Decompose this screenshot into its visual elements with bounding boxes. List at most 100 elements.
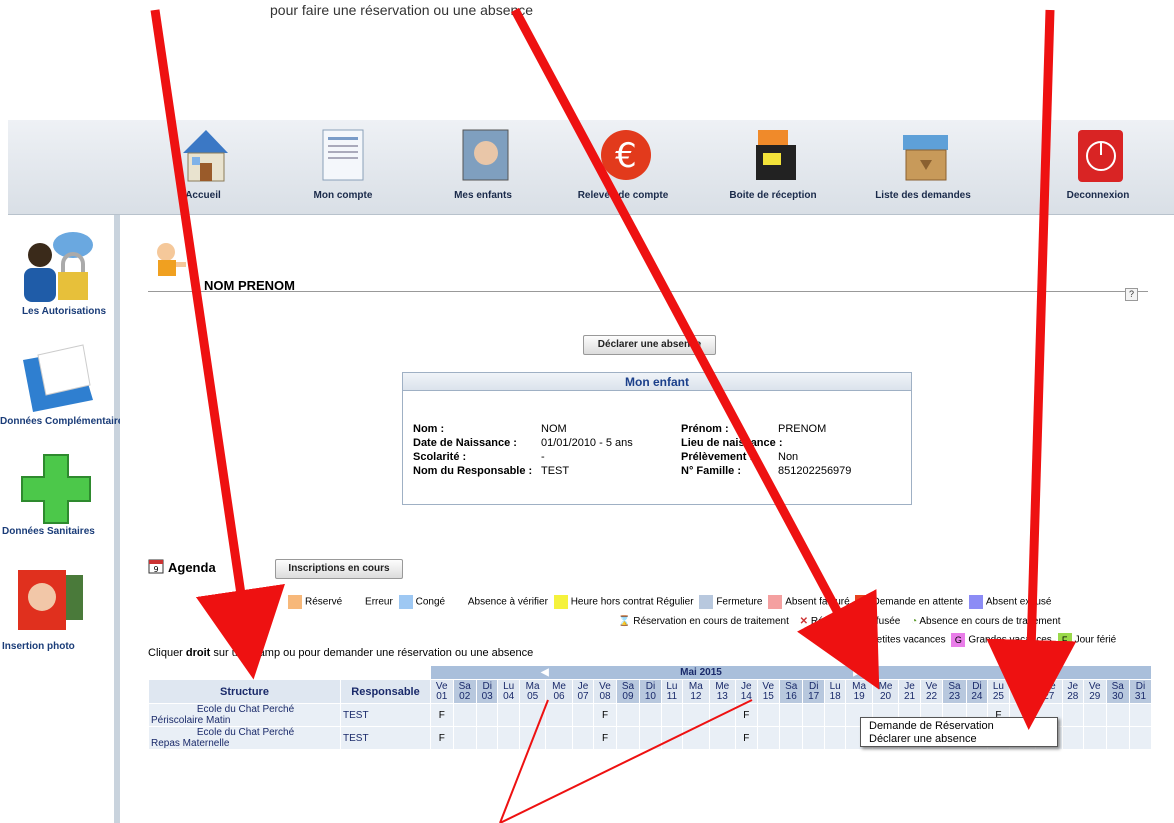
sidebar-item-donnees-sanitaires[interactable]: Données Sanitaires — [2, 450, 120, 550]
day-cell[interactable]: F — [430, 703, 454, 727]
sidebar-item-autorisations[interactable]: Les Autorisations — [8, 230, 120, 330]
svg-text:€: € — [615, 136, 637, 176]
card-title: Mon enfant — [403, 373, 911, 391]
day-cell[interactable] — [778, 703, 804, 727]
month-header: ◀ Mai 2015 ▶ — [430, 665, 1152, 680]
day-cell[interactable] — [708, 703, 737, 727]
nav-boite[interactable]: Boite de réception — [713, 120, 833, 215]
day-header: Ve 01 — [430, 679, 454, 704]
day-header: Je 14 — [735, 679, 758, 704]
day-cell[interactable] — [518, 703, 547, 727]
day-cell[interactable] — [778, 726, 804, 750]
nav-label: Deconnexion — [1066, 190, 1130, 201]
legend-label: Petites vacances — [870, 634, 946, 646]
photo-icon — [462, 129, 509, 181]
nav-deconnexion[interactable]: Deconnexion — [1038, 120, 1158, 215]
legend-swatch — [699, 595, 714, 609]
day-cell[interactable]: F — [593, 703, 617, 727]
day-cell[interactable] — [1128, 726, 1153, 750]
day-header: Ma 05 — [518, 679, 547, 704]
next-month-icon[interactable]: ▶ — [853, 667, 861, 678]
legend-label: Réservé — [305, 596, 343, 608]
day-cell[interactable] — [571, 726, 595, 750]
day-cell[interactable] — [660, 726, 684, 750]
document-icon — [322, 129, 364, 181]
agenda-title: Agenda — [168, 560, 216, 575]
day-cell[interactable] — [1083, 726, 1107, 750]
day-cell[interactable] — [571, 703, 595, 727]
month-label: Mai 2015 — [680, 667, 722, 678]
day-cell[interactable] — [639, 703, 662, 727]
folder-icon — [23, 344, 93, 412]
sidebar-item-insertion-photo[interactable]: Insertion photo — [2, 565, 120, 665]
day-header: Ve 08 — [593, 679, 617, 704]
lieu-label: Lieu de naissance : — [681, 437, 783, 449]
day-cell[interactable] — [682, 726, 710, 750]
day-cell[interactable] — [545, 726, 573, 750]
day-cell[interactable] — [639, 726, 662, 750]
day-cell[interactable] — [708, 726, 737, 750]
day-header: Lu 18 — [823, 679, 847, 704]
sidebar-item-donnees-complementaires[interactable]: Données Complémentaires — [0, 340, 120, 440]
day-cell[interactable] — [497, 703, 520, 727]
svg-text:9: 9 — [153, 565, 158, 574]
child-header: NOM PRENOM ? — [148, 240, 1148, 301]
nav-label: Accueil — [185, 190, 221, 201]
day-cell[interactable] — [497, 726, 520, 750]
legend-row-3: P Petites vacances G Grandes vacances F Jou… — [850, 633, 1116, 647]
prev-month-icon[interactable]: ◀ — [541, 667, 549, 678]
menu-item-absence[interactable]: Déclarer une absence — [869, 733, 1049, 746]
prenom-value: PRENOM — [778, 423, 827, 435]
nom-label: Nom : — [413, 423, 445, 435]
legend-label: Heure hors contrat Régulier — [570, 596, 694, 608]
legend-swatch: F — [1057, 633, 1072, 647]
legend-label: Congé — [415, 596, 446, 608]
day-cell[interactable] — [615, 726, 641, 750]
photo-frame-icon — [18, 570, 83, 630]
power-icon — [1078, 130, 1123, 182]
day-cell[interactable] — [802, 703, 825, 727]
nav-mon-compte[interactable]: Mon compte — [283, 120, 403, 215]
day-cell[interactable] — [682, 703, 710, 727]
day-cell[interactable] — [1128, 703, 1153, 727]
nav-mes-enfants[interactable]: Mes enfants — [423, 120, 543, 215]
day-cell[interactable] — [452, 703, 477, 727]
day-cell[interactable] — [823, 726, 847, 750]
day-cell[interactable] — [1061, 726, 1085, 750]
day-cell[interactable] — [1083, 703, 1107, 727]
menu-item-reservation[interactable]: Demande de Réservation — [869, 720, 1049, 733]
day-cell[interactable] — [1105, 703, 1130, 727]
day-cell[interactable] — [475, 726, 499, 750]
day-cell[interactable] — [823, 703, 847, 727]
day-cell[interactable] — [1105, 726, 1130, 750]
declare-absence-button[interactable]: Déclarer une absence — [583, 335, 716, 355]
legend-swatch — [855, 595, 870, 609]
inscriptions-button[interactable]: Inscriptions en cours — [275, 559, 403, 579]
day-cell[interactable] — [475, 703, 499, 727]
nav-accueil[interactable]: Accueil — [143, 120, 263, 215]
day-cell[interactable] — [518, 726, 547, 750]
help-button[interactable]: ? — [1125, 288, 1138, 301]
day-cell[interactable] — [615, 703, 641, 727]
sidebar: Les Autorisations Données Complémentaire… — [0, 215, 120, 823]
prelevement-value: Non — [778, 451, 799, 463]
nav-releves[interactable]: € Relevés de compte — [563, 120, 683, 215]
day-cell[interactable] — [756, 726, 780, 750]
day-cell[interactable] — [756, 703, 780, 727]
day-cell[interactable]: F — [430, 726, 454, 750]
page-title: NOM PRENOM — [204, 278, 295, 293]
day-cell[interactable]: F — [735, 726, 758, 750]
legend-label: Absent facturé — [785, 596, 850, 608]
day-cell[interactable] — [545, 703, 573, 727]
health-cross-icon — [21, 454, 91, 524]
day-cell[interactable]: F — [735, 703, 758, 727]
day-cell[interactable] — [802, 726, 825, 750]
day-cell[interactable] — [660, 703, 684, 727]
day-cell[interactable] — [1061, 703, 1085, 727]
day-header: Lu 25 — [987, 679, 1010, 704]
col-structure: Structure — [148, 679, 341, 704]
day-cell[interactable]: F — [593, 726, 617, 750]
dob-value: 01/01/2010 - 5 ans — [541, 437, 633, 449]
day-cell[interactable] — [452, 726, 477, 750]
nav-liste-demandes[interactable]: Liste des demandes — [863, 120, 983, 215]
